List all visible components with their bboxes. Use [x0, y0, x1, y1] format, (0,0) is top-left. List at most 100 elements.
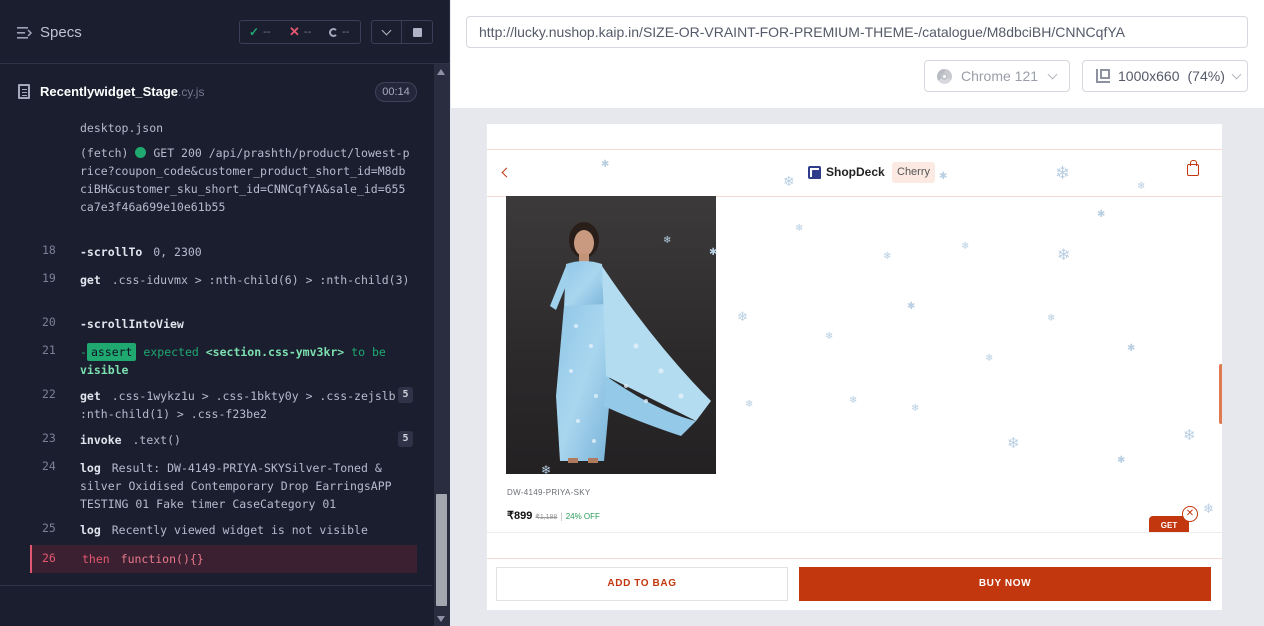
snowflake-icon: ❄: [1183, 427, 1196, 444]
spec-duration: 00:14: [375, 82, 417, 102]
chevron-down-icon: [1047, 69, 1058, 79]
shopping-bag-icon[interactable]: [1187, 160, 1199, 176]
command-name: then: [82, 552, 110, 566]
assert-expected: expected: [143, 345, 199, 359]
status-dot-icon: [135, 147, 147, 158]
x-icon: ✕: [289, 24, 300, 39]
chrome-icon: [937, 68, 952, 84]
pending-icon: [329, 27, 338, 37]
close-icon[interactable]: ✕: [1182, 506, 1198, 522]
viewport-info[interactable]: 1000x660 (74%): [1082, 60, 1248, 92]
store-navbar: ShopDeck Cherry: [487, 151, 1222, 197]
viewport-zoom: (74%): [1187, 68, 1225, 84]
command-row[interactable]: desktop.json: [30, 119, 417, 137]
price-separator: |: [560, 511, 563, 521]
snowflake-icon: ❄: [961, 241, 970, 252]
snowflake-icon: ❄: [985, 353, 994, 364]
command-row[interactable]: 23 invoke .text() 5: [30, 431, 417, 451]
product-sku: DW-4149-PRIYA-SKY: [507, 488, 591, 497]
snowflake-icon: ❄: [1047, 313, 1056, 324]
command-message: .css-1wykz1u > .css-1bkty0y > .css-zejsl…: [80, 389, 410, 421]
price-row: ₹899 ₹1,188 | 24% OFF: [507, 509, 600, 522]
test-stats: ✓ -- ✕ -- --: [239, 20, 361, 44]
product-discount: 24% OFF: [565, 512, 600, 521]
add-to-bag-button[interactable]: ADD TO BAG: [496, 567, 788, 601]
check-icon: ✓: [249, 25, 260, 39]
store-name-chip: Cherry: [892, 162, 936, 183]
command-row-assert[interactable]: 21 - assert expected <section.css-ymv3kr>…: [30, 343, 417, 379]
snowflake-icon: ✱: [1127, 343, 1136, 354]
assert-visible: visible: [80, 363, 129, 377]
command-message: Recently viewed widget is not visible: [111, 523, 368, 537]
snowflake-icon: ❄: [1007, 435, 1020, 452]
command-message: .text(): [132, 433, 181, 447]
url-bar[interactable]: http://lucky.nushop.kaip.in/SIZE-OR-VRAI…: [466, 16, 1248, 48]
snowflake-icon: ❄: [795, 223, 804, 234]
viewport-icon: [1096, 69, 1110, 83]
back-arrow-icon[interactable]: [501, 167, 512, 178]
command-number: 20: [42, 315, 56, 329]
command-row[interactable]: 22 get .css-1wykz1u > .css-1bkty0y > .cs…: [30, 387, 417, 423]
command-row-fetch[interactable]: (fetch) GET 200 /api/prashth/product/low…: [30, 144, 417, 234]
reporter-header: Specs ✓ -- ✕ -- --: [0, 0, 449, 64]
failed-count: --: [303, 26, 312, 38]
reporter-scrollbar[interactable]: [434, 64, 449, 626]
passed-stat: ✓ --: [240, 25, 280, 39]
toggle-auto-scroll-button[interactable]: [371, 20, 402, 44]
command-row[interactable]: 18 -scrollTo 0, 2300: [30, 243, 417, 263]
command-name: -scrollTo: [80, 245, 143, 259]
store-top-bar: [487, 124, 1222, 150]
divider: [487, 558, 1222, 559]
snowflake-icon: ❄: [737, 309, 748, 324]
browser-label: Chrome 121: [961, 68, 1039, 84]
product-price: ₹899: [507, 510, 533, 522]
snowflake-icon: ❄: [1203, 501, 1214, 516]
divider: [0, 585, 432, 586]
command-list: desktop.json (fetch) GET 200 /api/prasht…: [0, 117, 432, 577]
command-row[interactable]: 19 get .css-iduvmx > :nth-child(6) > :nt…: [30, 271, 417, 307]
spec-file-row[interactable]: Recentlywidget_Stage.cy.js 00:14: [0, 65, 432, 117]
command-number: 18: [42, 243, 56, 257]
promo-widget[interactable]: GET ✕: [1149, 506, 1198, 532]
divider: [487, 532, 1222, 533]
spec-file-ext: .cy.js: [178, 85, 205, 99]
command-message: Result: DW-4149-PRIYA-SKYSilver-Toned & …: [80, 461, 392, 511]
browser-selector[interactable]: Chrome 121: [924, 60, 1070, 92]
saree-model-illustration: [550, 222, 711, 463]
pending-stat: --: [320, 26, 360, 38]
command-row-active[interactable]: 26 then function(){}: [30, 545, 417, 573]
command-row[interactable]: 20 -scrollIntoView: [30, 315, 417, 335]
command-log-panel: Specs ✓ -- ✕ -- -- Recentlywidget_Stage.…: [0, 0, 450, 626]
chevron-down-icon: [1231, 69, 1242, 79]
assert-to-be: to be: [351, 345, 386, 359]
buy-now-button[interactable]: BUY NOW: [799, 567, 1211, 601]
specs-menu-icon[interactable]: [17, 26, 33, 40]
specs-label[interactable]: Specs: [40, 24, 82, 41]
shopdeck-logo[interactable]: ShopDeck: [808, 165, 885, 179]
snowflake-icon: ✱: [1117, 455, 1126, 466]
command-number: 23: [42, 431, 56, 445]
passed-count: --: [263, 26, 271, 38]
command-number: 19: [42, 271, 56, 285]
command-row-log[interactable]: 25 log Recently viewed widget is not vis…: [30, 521, 417, 541]
stop-button[interactable]: [401, 20, 433, 44]
scroll-up-icon[interactable]: [437, 69, 445, 75]
snowflake-icon: ✱: [907, 301, 916, 312]
command-number: 26: [42, 551, 56, 565]
command-number: 25: [42, 521, 56, 535]
viewport-size: 1000x660: [1118, 68, 1180, 84]
app-under-test-frame: ShopDeck Cherry DW-4149-PRIYA-SKY ₹899 ₹…: [486, 124, 1222, 610]
snowflake-icon: ❄: [825, 331, 834, 342]
command-number: 24: [42, 459, 56, 473]
command-row-log[interactable]: 24 log Result: DW-4149-PRIYA-SKYSilver-T…: [30, 459, 417, 513]
scrollbar-thumb[interactable]: [436, 494, 447, 606]
shopdeck-logo-icon: [808, 165, 821, 179]
command-message: 0, 2300: [153, 245, 202, 259]
command-name: log: [80, 461, 101, 475]
failed-stat: ✕ --: [280, 24, 320, 40]
assert-subject: <section.css-ymv3kr>: [205, 345, 345, 359]
command-name: invoke: [80, 433, 122, 447]
command-number: 22: [42, 387, 56, 401]
product-image[interactable]: [506, 196, 716, 474]
scroll-down-icon[interactable]: [437, 616, 445, 622]
